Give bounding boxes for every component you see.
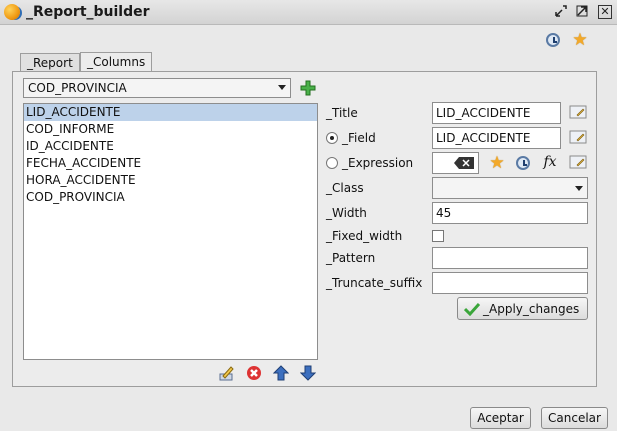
width-label: _Width — [326, 206, 367, 220]
function-button[interactable]: fx — [541, 153, 559, 171]
title-bar: _Report_builder ✕ — [0, 0, 617, 25]
field-radio[interactable] — [326, 132, 338, 144]
add-column-button[interactable] — [299, 79, 317, 97]
app-icon — [4, 4, 20, 20]
list-item[interactable]: ID_ACCIDENTE — [24, 138, 317, 155]
edit-field-icon — [569, 105, 587, 119]
expression-favorite-button[interactable]: ★ — [488, 154, 506, 172]
edit-expression-button[interactable] — [569, 155, 587, 169]
clock-icon — [516, 156, 530, 170]
column-selector-value: COD_PROVINCIA — [28, 81, 127, 95]
tab-columns[interactable]: _Columns — [80, 52, 153, 73]
truncate-suffix-label: _Truncate_suffix — [326, 276, 423, 290]
edit-column-button[interactable] — [218, 364, 236, 382]
chevron-down-icon — [575, 186, 583, 191]
width-input[interactable]: 45 — [432, 202, 588, 224]
list-item[interactable]: COD_INFORME — [24, 121, 317, 138]
window-title: _Report_builder — [26, 4, 150, 20]
move-up-button[interactable] — [272, 364, 290, 382]
check-icon — [464, 302, 480, 316]
field-input[interactable]: LID_ACCIDENTE — [432, 127, 561, 149]
minimize-icon[interactable] — [553, 4, 569, 20]
star-icon: ★ — [489, 153, 505, 173]
apply-changes-label: _Apply_changes — [483, 302, 580, 316]
list-item[interactable]: COD_PROVINCIA — [24, 189, 317, 206]
favorite-button[interactable]: ★ — [570, 30, 590, 50]
list-item[interactable]: LID_ACCIDENTE — [24, 104, 317, 121]
edit-title-button[interactable] — [569, 105, 587, 119]
accept-button[interactable]: Aceptar — [470, 407, 531, 429]
apply-changes-button[interactable]: _Apply_changes — [457, 297, 588, 320]
move-down-button[interactable] — [299, 364, 317, 382]
clock-icon — [546, 33, 560, 47]
plus-icon — [300, 80, 316, 96]
maximize-icon[interactable] — [574, 4, 590, 20]
class-label: _Class — [326, 181, 364, 195]
edit-icon — [219, 366, 234, 381]
list-item[interactable]: FECHA_ACCIDENTE — [24, 155, 317, 172]
pattern-label: _Pattern — [326, 251, 376, 265]
fixed-width-checkbox[interactable] — [432, 230, 444, 242]
title-label: _Title — [326, 106, 358, 120]
expression-label: _Expression — [342, 156, 414, 170]
column-selector[interactable]: COD_PROVINCIA — [23, 78, 291, 98]
fixed-width-label: _Fixed_width — [326, 229, 403, 243]
columns-list[interactable]: LID_ACCIDENTE COD_INFORME ID_ACCIDENTE F… — [23, 103, 318, 360]
edit-field-icon — [569, 155, 587, 169]
expression-history-button[interactable] — [514, 154, 532, 172]
close-icon[interactable]: ✕ — [598, 5, 612, 19]
star-icon: ★ — [572, 30, 588, 50]
tab-report[interactable]: _Report — [20, 53, 80, 73]
chevron-down-icon — [278, 85, 286, 90]
arrow-down-icon — [300, 365, 316, 381]
expression-radio[interactable] — [326, 157, 338, 169]
truncate-suffix-input[interactable] — [432, 272, 588, 294]
pattern-input[interactable] — [432, 247, 588, 269]
title-input[interactable]: LID_ACCIDENTE — [432, 102, 561, 124]
class-select[interactable] — [432, 177, 588, 199]
delete-column-button[interactable] — [245, 364, 263, 382]
edit-field-button[interactable] — [569, 130, 587, 144]
clear-icon[interactable] — [454, 157, 474, 169]
delete-icon — [247, 366, 261, 380]
arrow-up-icon — [273, 365, 289, 381]
cancel-button[interactable]: Cancelar — [541, 407, 608, 429]
history-button[interactable] — [543, 30, 563, 50]
field-label: _Field — [342, 131, 376, 145]
edit-field-icon — [569, 130, 587, 144]
expression-input[interactable] — [432, 152, 479, 174]
list-item[interactable]: HORA_ACCIDENTE — [24, 172, 317, 189]
